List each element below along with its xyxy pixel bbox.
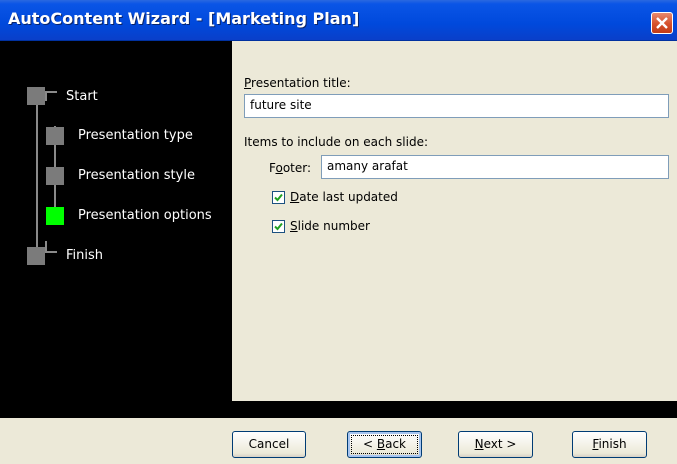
back-button[interactable]: < Back xyxy=(347,431,422,458)
step-label-finish: Finish xyxy=(66,248,104,263)
title-bar: AutoContent Wizard - [Marketing Plan] xyxy=(0,0,677,41)
close-button[interactable] xyxy=(651,12,673,34)
items-to-include-label: Items to include on each slide: xyxy=(244,135,429,149)
step-marker-start xyxy=(27,87,45,105)
step-label-presentation-options: Presentation options xyxy=(78,208,212,223)
checkmark-icon xyxy=(274,193,283,202)
slide-number-checkbox[interactable] xyxy=(272,220,285,233)
step-label-presentation-type: Presentation type xyxy=(78,128,193,143)
step-connector xyxy=(36,96,38,256)
date-last-updated-checkbox[interactable] xyxy=(272,191,285,204)
footer-separator xyxy=(0,401,677,418)
step-connector-hook xyxy=(45,241,57,253)
window-title: AutoContent Wizard - [Marketing Plan] xyxy=(8,9,360,28)
slide-number-label[interactable]: Slide number xyxy=(290,219,370,233)
step-marker-finish xyxy=(27,247,45,265)
footer-input[interactable]: amany arafat xyxy=(321,155,669,179)
footer-label: Footer: xyxy=(269,161,312,175)
wizard-steps-panel: Start Presentation type Presentation sty… xyxy=(0,41,232,401)
step-connector-hook xyxy=(45,91,57,101)
checkmark-icon xyxy=(274,222,283,231)
step-marker-presentation-options xyxy=(46,207,64,225)
step-label-start: Start xyxy=(66,89,98,104)
cancel-button[interactable]: Cancel xyxy=(232,431,306,458)
presentation-title-input[interactable]: future site xyxy=(244,94,669,118)
date-last-updated-label[interactable]: Date last updated xyxy=(290,190,398,204)
step-marker-presentation-style xyxy=(46,167,64,185)
wizard-content: Presentation title: future site Items to… xyxy=(232,41,677,401)
presentation-title-label: Presentation title: xyxy=(244,76,351,90)
step-marker-presentation-type xyxy=(46,127,64,145)
step-label-presentation-style: Presentation style xyxy=(78,168,195,183)
finish-button[interactable]: Finish xyxy=(572,431,647,458)
close-icon xyxy=(656,17,668,29)
next-button[interactable]: Next > xyxy=(458,431,533,458)
